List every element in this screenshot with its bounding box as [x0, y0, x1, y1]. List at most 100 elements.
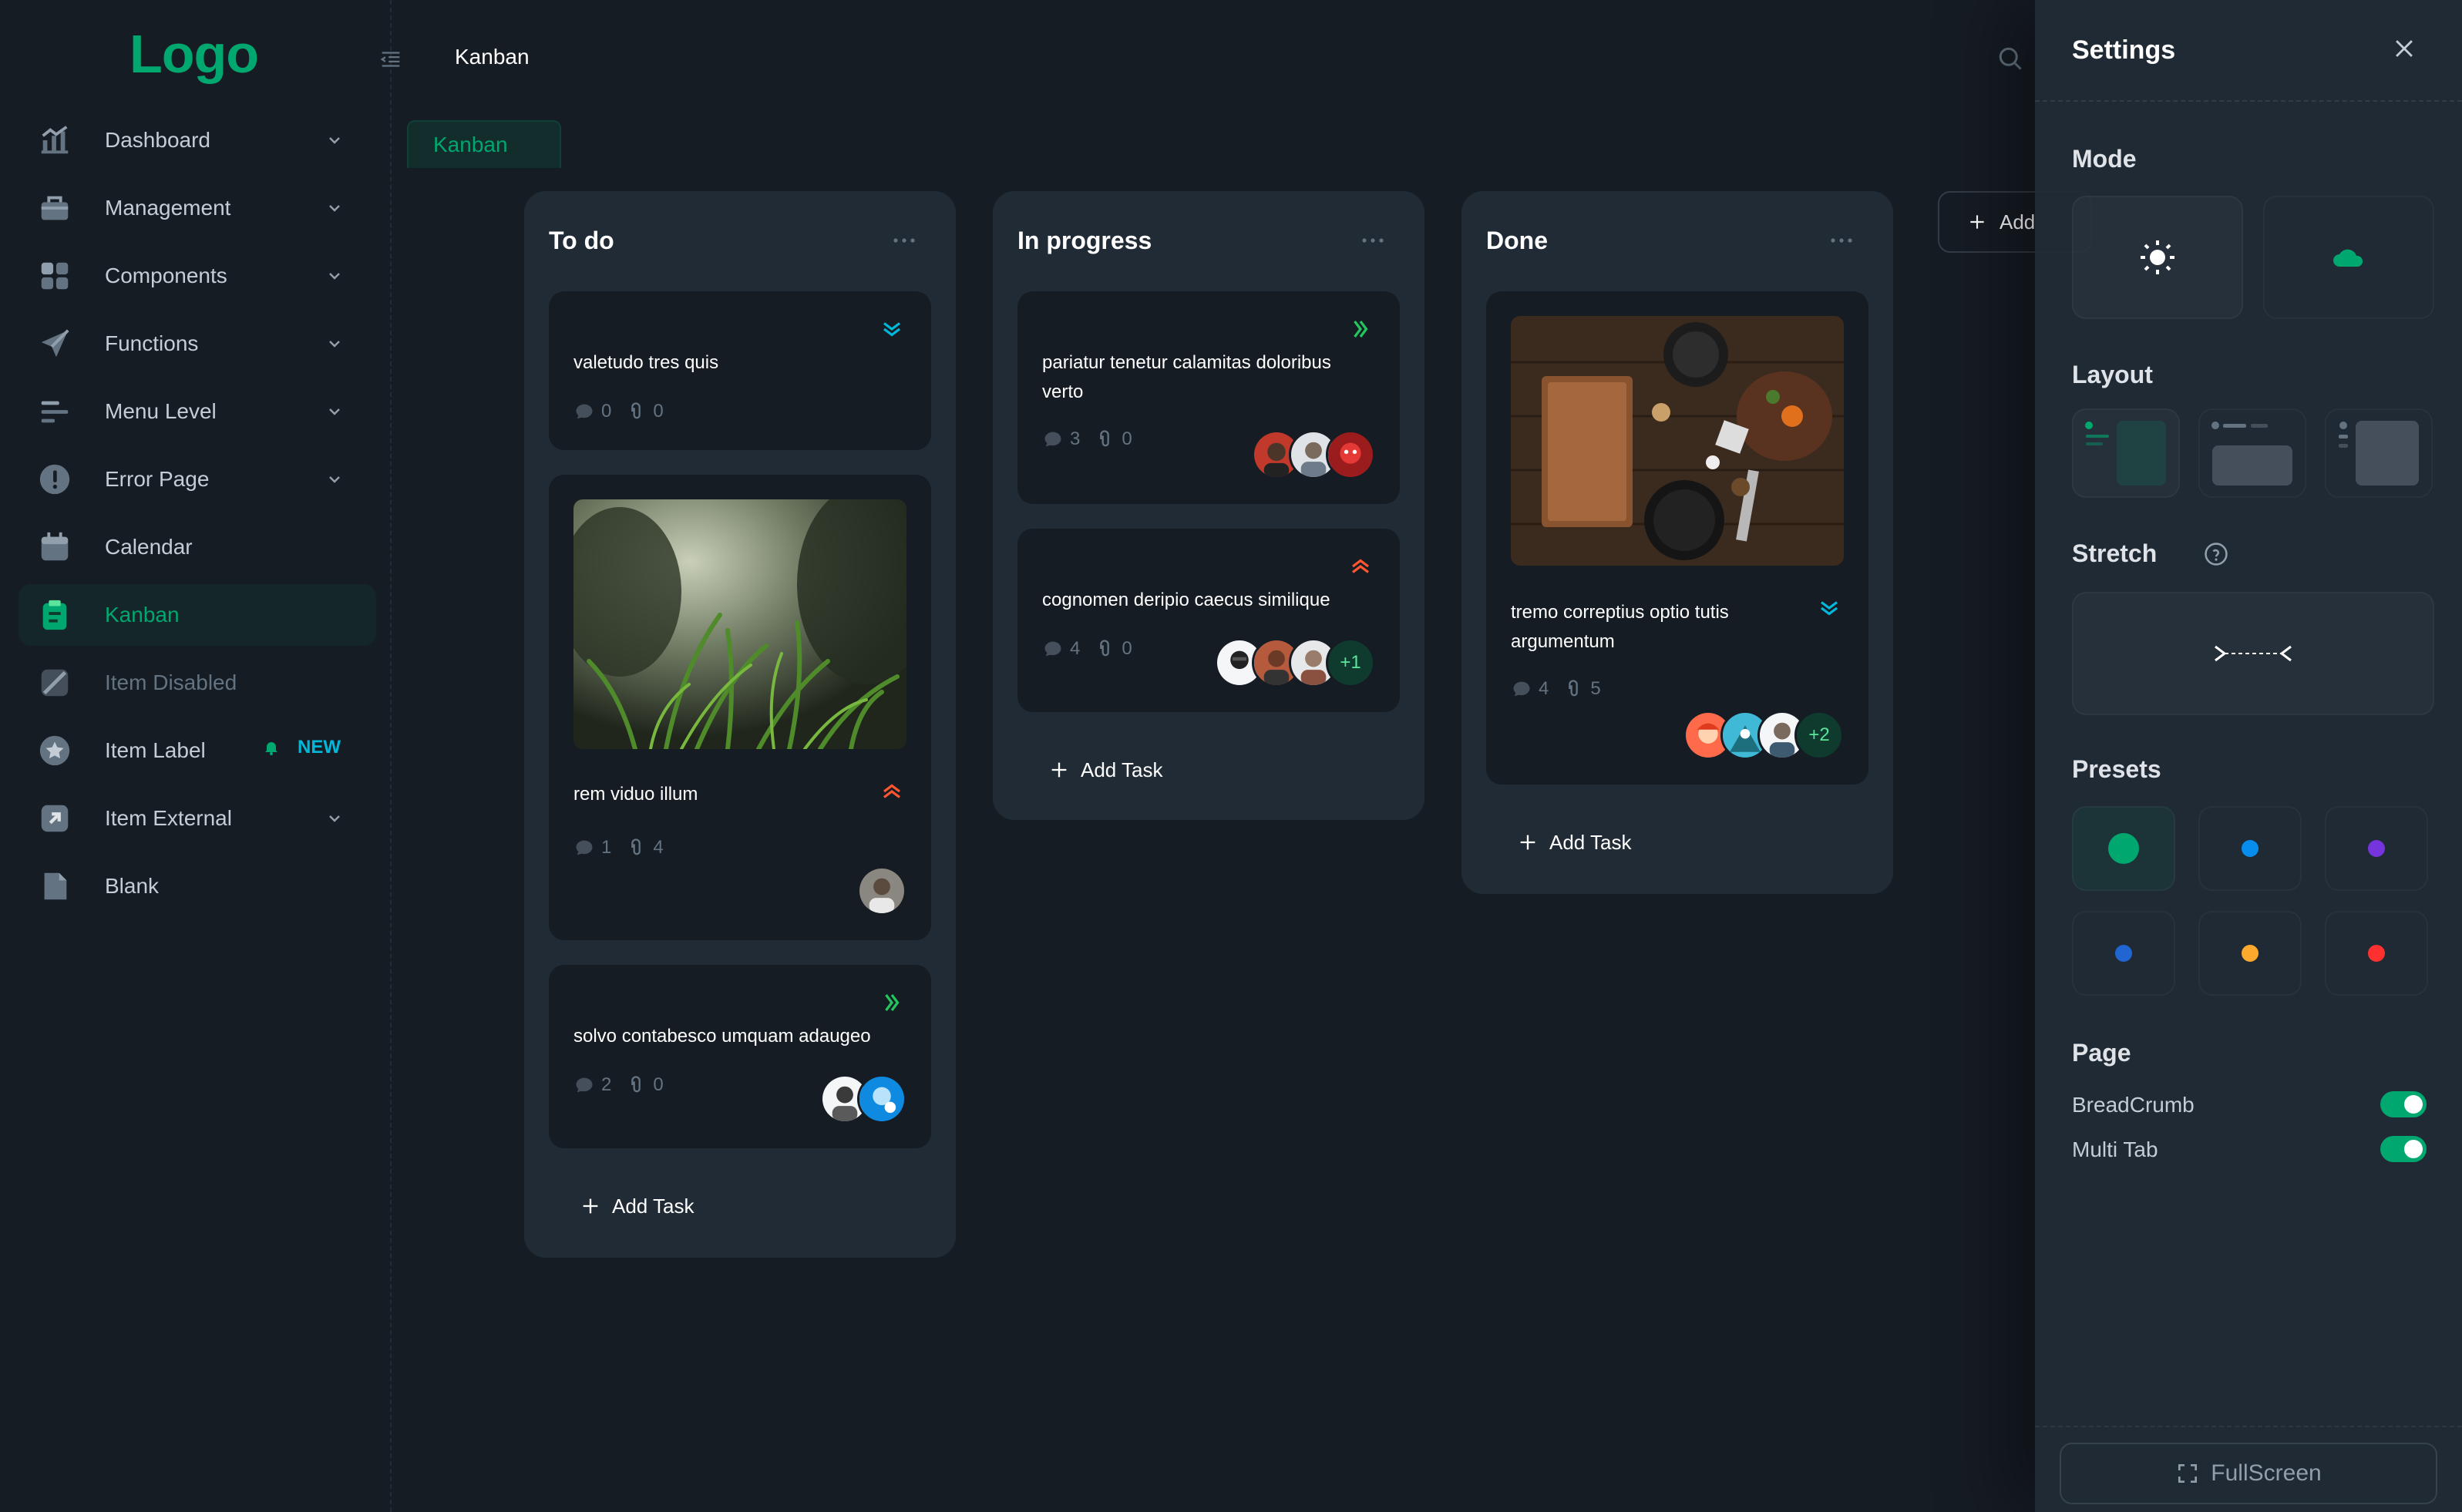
- help-circle-icon[interactable]: [2203, 541, 2229, 567]
- plus-icon: [583, 1198, 598, 1214]
- preset-blue[interactable]: [2072, 911, 2175, 996]
- attachment-icon: [631, 1076, 641, 1093]
- bell-icon: [265, 742, 277, 755]
- preset-color-swatch: [2368, 840, 2385, 857]
- attachment-icon: [631, 402, 641, 419]
- external-icon: [37, 801, 72, 836]
- preset-cyan[interactable]: [2198, 806, 2302, 891]
- sidebar-nav: Dashboard Management Components Function…: [18, 109, 376, 923]
- breadcrumb-toggle[interactable]: [2380, 1091, 2427, 1117]
- menu-lines-icon: [37, 394, 72, 429]
- card-title: pariatur tenetur calamitas doloribus ver…: [1042, 352, 1331, 402]
- sidebar-item-label-item[interactable]: Item Label NEW: [18, 720, 376, 781]
- kanban-card[interactable]: solvo contabesco umquam adaugeo 2 0: [549, 965, 931, 1148]
- kanban-card[interactable]: valetudo tres quis 0 0: [549, 291, 931, 450]
- dark-mode-option[interactable]: [2263, 196, 2434, 319]
- comment-icon: [576, 1077, 593, 1093]
- kanban-card[interactable]: cognomen deripio caecus similique 4 0 +1: [1017, 529, 1400, 712]
- logo[interactable]: Logo: [129, 23, 259, 85]
- more-assignees-count[interactable]: +1: [1326, 638, 1375, 687]
- page-title: Kanban: [455, 45, 530, 69]
- more-horizontal-icon[interactable]: [1828, 233, 1855, 248]
- star-icon: [37, 733, 72, 768]
- chevron-down-icon: [329, 815, 340, 822]
- stretch-option[interactable]: [2072, 592, 2434, 715]
- plus-icon: [1970, 215, 1984, 229]
- sidebar-item-kanban[interactable]: Kanban: [18, 584, 376, 646]
- column-title: In progress: [1017, 227, 1152, 254]
- sidebar-item-functions[interactable]: Functions: [18, 313, 376, 375]
- assignee-avatars: +2: [1683, 711, 1844, 760]
- sidebar-item-menu-level[interactable]: Menu Level: [18, 381, 376, 442]
- page-section-title: Page: [2072, 1039, 2131, 1067]
- add-task-label: Add Task: [1549, 830, 1632, 854]
- preset-color-swatch: [2108, 833, 2139, 864]
- preset-color-swatch: [2115, 945, 2132, 962]
- add-task-button[interactable]: Add Task: [549, 1173, 931, 1239]
- sidebar-item-components[interactable]: Components: [18, 245, 376, 307]
- more-assignees-count[interactable]: +2: [1794, 711, 1844, 760]
- preset-red[interactable]: [2325, 911, 2428, 996]
- card-title: rem viduo illum: [573, 784, 698, 805]
- preset-orange[interactable]: [2198, 911, 2302, 996]
- comment-count: 4: [1539, 678, 1549, 699]
- layout-mini-icon: [2339, 421, 2419, 486]
- attachment-icon: [1100, 430, 1110, 447]
- more-horizontal-icon[interactable]: [891, 233, 917, 248]
- add-task-label: Add Task: [1081, 758, 1163, 781]
- fullscreen-button[interactable]: FullScreen: [2060, 1443, 2437, 1504]
- add-task-button[interactable]: Add Task: [1486, 809, 1868, 875]
- light-mode-option[interactable]: [2072, 196, 2243, 319]
- assignee-avatars: [820, 1074, 906, 1124]
- sidebar-item-external[interactable]: Item External: [18, 788, 376, 849]
- chevron-down-icon: [329, 476, 340, 483]
- assignee-avatars: [857, 866, 906, 916]
- chevron-down-icon: [329, 137, 340, 144]
- column-header: To do: [549, 191, 931, 291]
- kanban-column-done: Done tremo correptius optio tutis argume…: [1461, 191, 1893, 894]
- chevron-down-icon: [329, 408, 340, 415]
- search-icon[interactable]: [1996, 45, 2024, 72]
- breadcrumb-setting: BreadCrumb: [2072, 1091, 2427, 1117]
- moon-cloud-icon: [2333, 245, 2363, 267]
- sidebar-item-error-page[interactable]: Error Page: [18, 449, 376, 510]
- close-icon[interactable]: [2391, 35, 2417, 62]
- sidebar-item-label: Management: [105, 196, 231, 220]
- chevron-down-icon: [329, 341, 340, 348]
- priority-low-icon: [883, 322, 900, 337]
- kanban-column-in-progress: In progress pariatur tenetur calamitas d…: [993, 191, 1424, 820]
- multitab-toggle[interactable]: [2380, 1136, 2427, 1162]
- tab-kanban[interactable]: Kanban: [407, 120, 561, 168]
- sidebar-item-dashboard[interactable]: Dashboard: [18, 109, 376, 171]
- badge-text: NEW: [298, 737, 341, 758]
- clipboard-icon: [37, 597, 72, 633]
- menu-toggle-icon[interactable]: [378, 46, 404, 72]
- layout-vertical-option[interactable]: [2072, 408, 2180, 498]
- kanban-card[interactable]: pariatur tenetur calamitas doloribus ver…: [1017, 291, 1400, 504]
- chevron-down-icon: [329, 205, 340, 212]
- column-header: In progress: [1017, 191, 1400, 291]
- fullscreen-icon: [2178, 1464, 2198, 1483]
- layout-horizontal-icon: [2211, 422, 2292, 486]
- grid-icon: [37, 258, 72, 294]
- plus-icon: [1520, 835, 1535, 850]
- assignee-avatars: [1252, 430, 1375, 479]
- sidebar-item-blank[interactable]: Blank: [18, 855, 376, 917]
- kanban-card[interactable]: rem viduo illum 1 4: [549, 475, 931, 940]
- comment-count: 2: [601, 1074, 612, 1095]
- more-horizontal-icon[interactable]: [1360, 233, 1386, 248]
- preset-color-swatch: [2242, 945, 2259, 962]
- avatar: [1326, 430, 1375, 479]
- sidebar-item-management[interactable]: Management: [18, 177, 376, 239]
- kanban-card[interactable]: tremo correptius optio tutis argumentum …: [1486, 291, 1868, 785]
- card-title: cognomen deripio caecus similique: [1042, 590, 1330, 610]
- add-task-button[interactable]: Add Task: [1017, 737, 1400, 803]
- sidebar-item-calendar[interactable]: Calendar: [18, 516, 376, 578]
- preset-green[interactable]: [2072, 806, 2175, 891]
- layout-mini-option[interactable]: [2325, 408, 2433, 498]
- comment-icon: [1044, 641, 1061, 657]
- layout-vertical-icon: [2085, 421, 2166, 486]
- priority-high-icon: [1352, 559, 1369, 573]
- layout-horizontal-option[interactable]: [2198, 408, 2306, 498]
- preset-purple[interactable]: [2325, 806, 2428, 891]
